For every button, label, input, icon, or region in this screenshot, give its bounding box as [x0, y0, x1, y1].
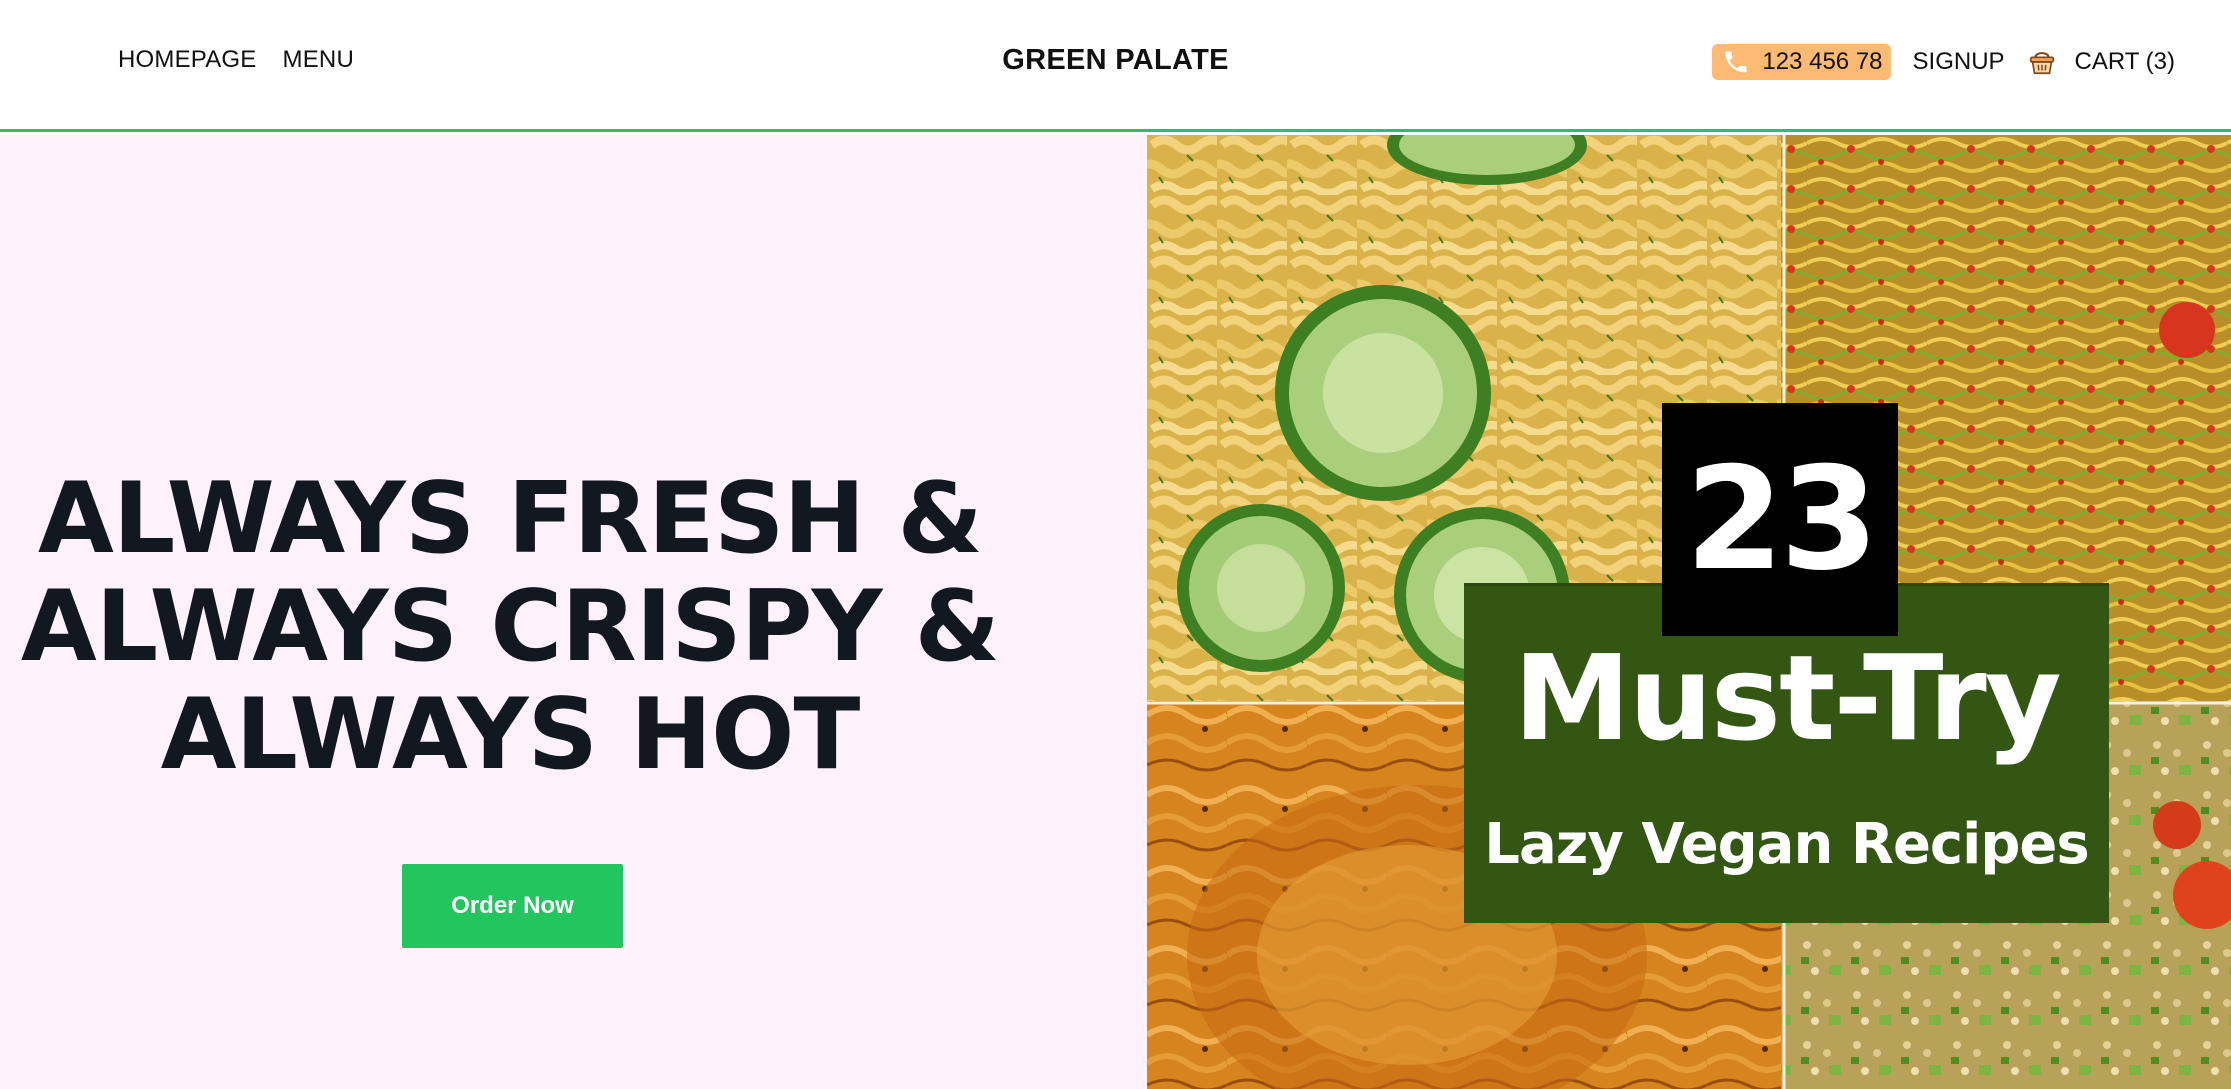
nav-link-homepage[interactable]: HOMEPAGE — [118, 46, 257, 74]
phone-icon — [1725, 51, 1747, 73]
phone-contact[interactable]: 123 456 78 — [1712, 44, 1891, 80]
hero-section: ALWAYS FRESH & ALWAYS CRISPY & ALWAYS HO… — [0, 135, 1147, 1089]
primary-nav: HOMEPAGE MENU — [118, 46, 354, 74]
recipe-banner-title: Must-Try — [1513, 629, 2061, 767]
nav-link-menu[interactable]: MENU — [283, 46, 354, 74]
recipe-banner-subtitle: Lazy Vegan Recipes — [1484, 812, 2089, 877]
signup-link[interactable]: SIGNUP — [1913, 48, 2005, 76]
hero-headline: ALWAYS FRESH & ALWAYS CRISPY & ALWAYS HO… — [0, 465, 1020, 789]
headline-line-3: ALWAYS HOT — [160, 678, 861, 792]
headline-line-2: ALWAYS CRISPY & — [20, 570, 1000, 684]
cucumber-slice — [1177, 504, 1345, 672]
recipe-count-badge: 23 — [1662, 403, 1898, 636]
headline-line-1: ALWAYS FRESH & — [37, 462, 983, 576]
site-header: HOMEPAGE MENU GREEN PALATE 123 456 78 SI… — [0, 0, 2231, 132]
cucumber-slice — [1275, 285, 1491, 501]
order-now-button[interactable]: Order Now — [402, 864, 623, 948]
brand-name[interactable]: GREEN PALATE — [1002, 44, 1228, 76]
basket-icon[interactable] — [2027, 47, 2057, 77]
hero-food-image: 23 Must-Try Lazy Vegan Recipes — [1147, 135, 2231, 1089]
header-actions: 123 456 78 SIGNUP CART (3) — [1712, 44, 2175, 80]
cart-link[interactable]: CART (3) — [2075, 48, 2175, 76]
phone-number: 123 456 78 — [1762, 48, 1883, 75]
